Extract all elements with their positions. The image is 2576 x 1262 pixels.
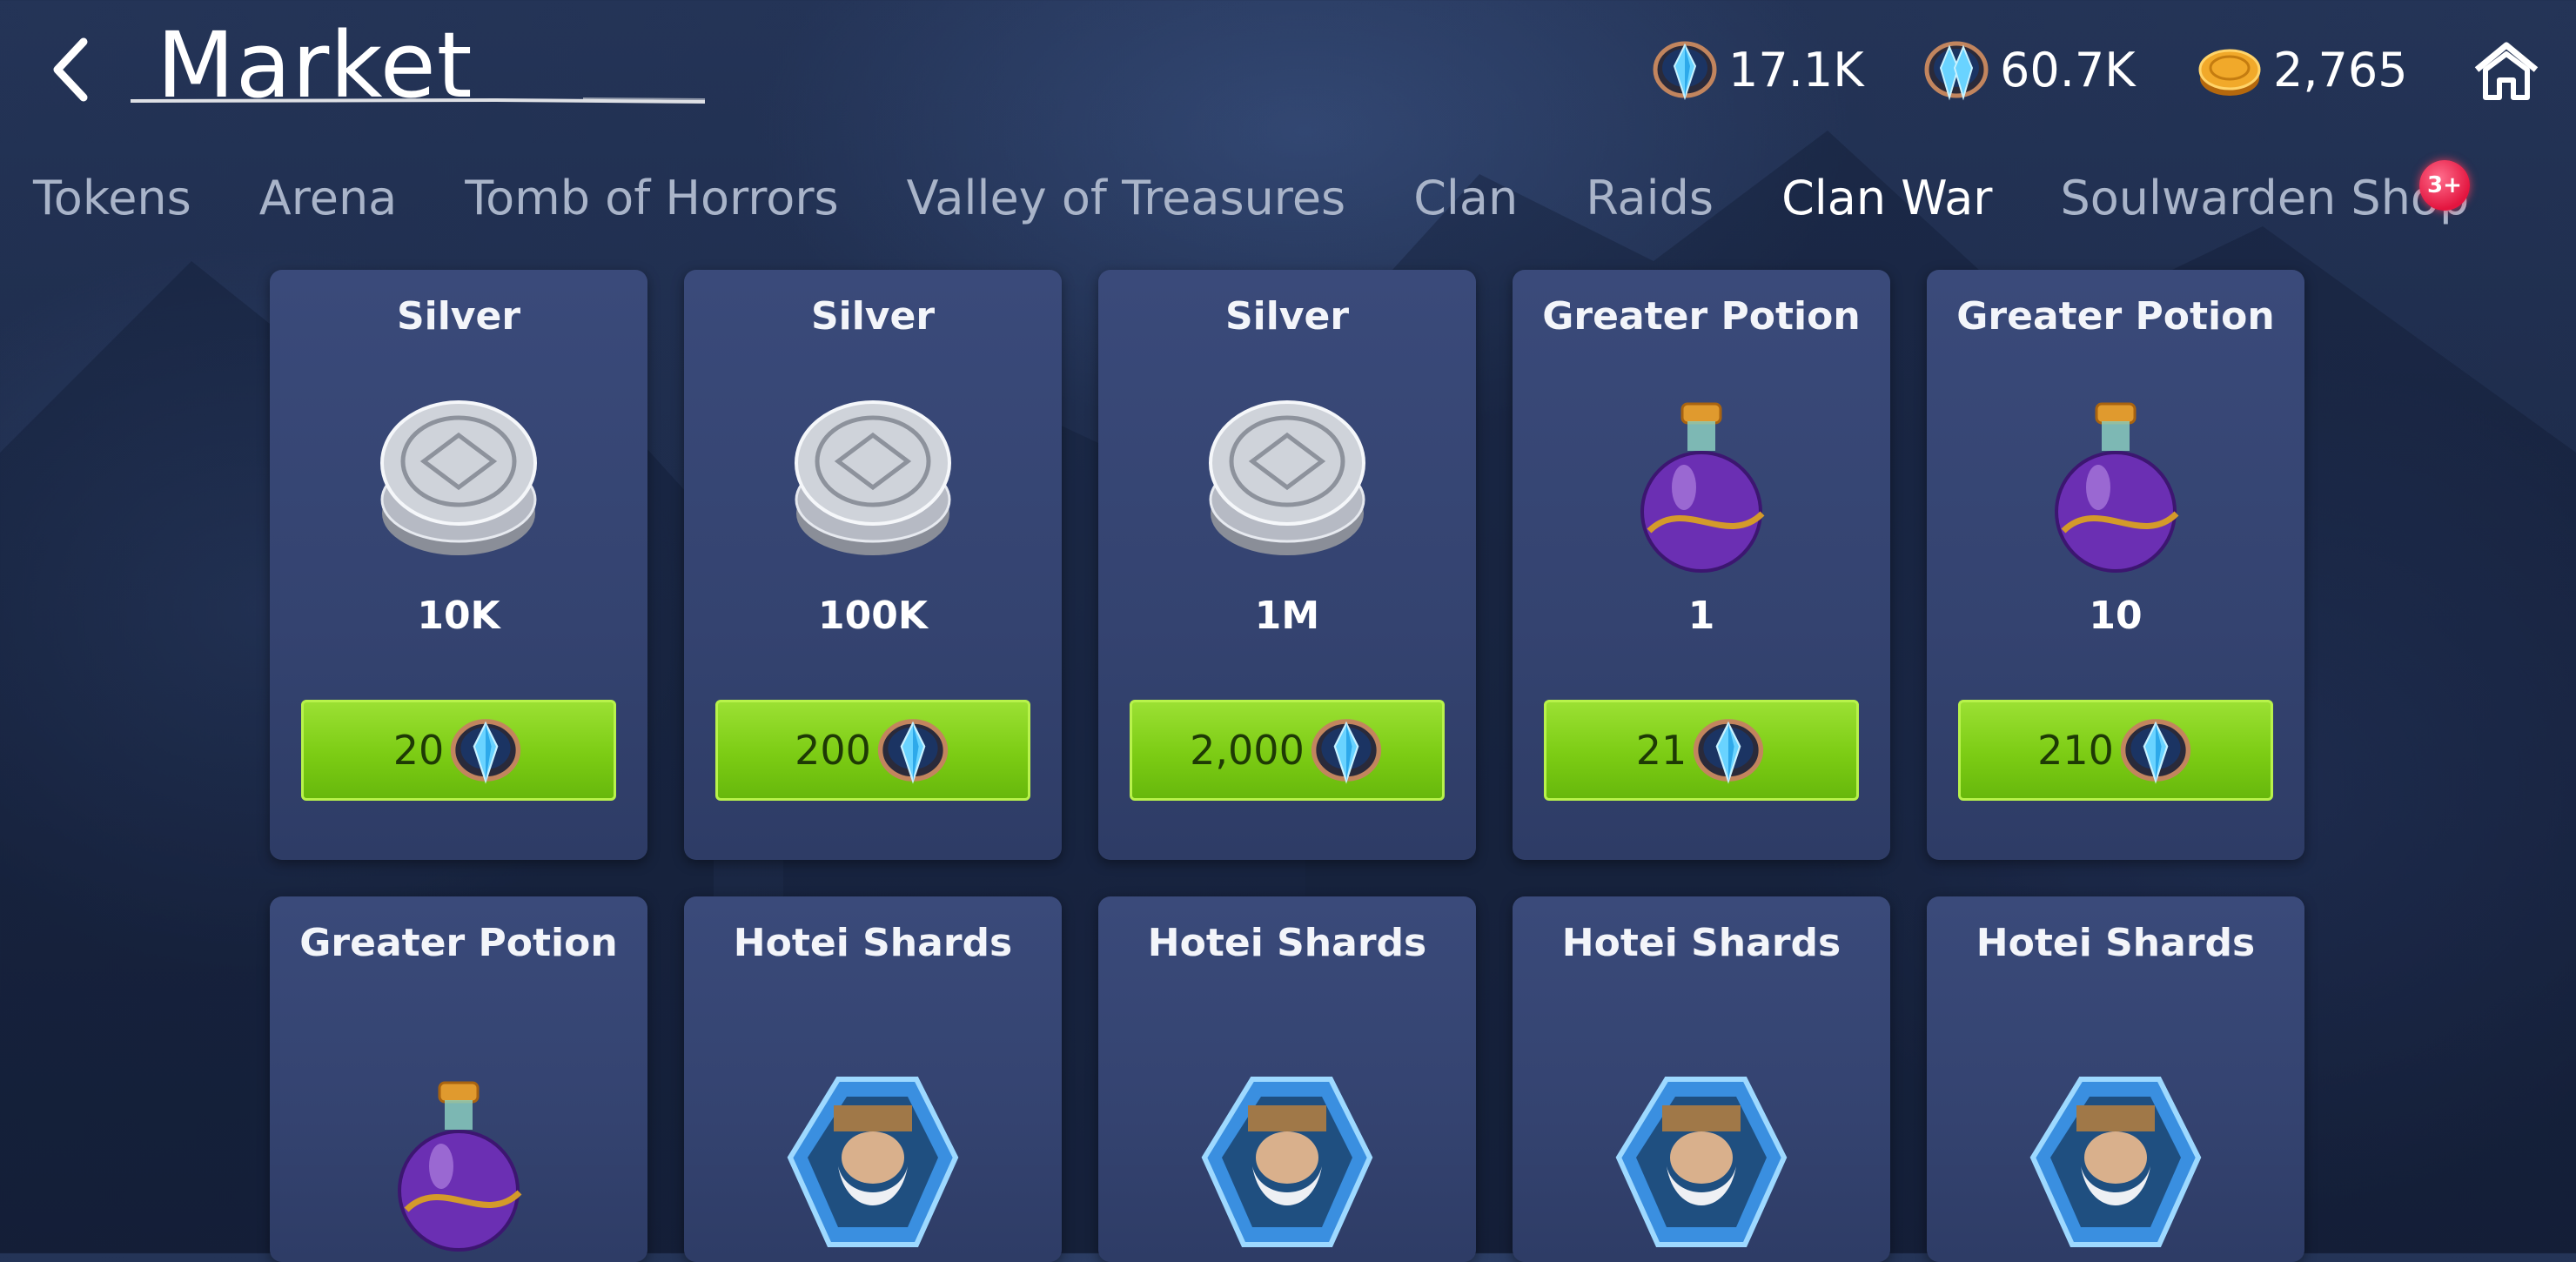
item-title: Greater Potion <box>1956 294 2275 339</box>
hotei-shard-icon <box>2029 1077 2202 1247</box>
resource-gems-value: 17.1K <box>1728 42 1864 97</box>
market-tabs: Tokens Arena Tomb of Horrors Valley of T… <box>33 171 2469 225</box>
back-arrow-icon[interactable] <box>45 35 97 104</box>
title-underline <box>131 97 705 104</box>
item-title: Hotei Shards <box>733 921 1013 965</box>
gem-ring-icon <box>1311 719 1381 784</box>
tab-valley-of-treasures[interactable]: Valley of Treasures <box>907 171 1346 225</box>
shop-item-card[interactable]: Hotei Shards <box>1927 896 2304 1262</box>
gem-ring-icon <box>1653 41 1717 101</box>
shop-item-card[interactable]: Greater Potion <box>270 896 647 1262</box>
item-title: Silver <box>1224 294 1350 339</box>
item-title: Hotei Shards <box>1147 921 1427 965</box>
price-value: 210 <box>2037 727 2114 774</box>
item-title: Silver <box>396 294 521 339</box>
gem-ring-icon <box>451 719 521 784</box>
home-icon[interactable] <box>2472 38 2541 103</box>
item-quantity: 100K <box>818 594 928 638</box>
item-title: Hotei Shards <box>1976 921 2256 965</box>
shop-item-card[interactable]: Silver 1M 2,000 <box>1098 270 1476 860</box>
tab-arena[interactable]: Arena <box>259 171 398 225</box>
item-title: Greater Potion <box>299 921 618 965</box>
item-title: Silver <box>810 294 936 339</box>
item-title: Greater Potion <box>1542 294 1861 339</box>
gem-ring-icon <box>877 719 949 784</box>
buy-button[interactable]: 21 <box>1544 700 1859 801</box>
buy-button[interactable]: 210 <box>1958 700 2273 801</box>
resource-crystals[interactable]: 60.7K <box>1922 33 2136 106</box>
resource-gems[interactable]: 17.1K <box>1650 33 1864 106</box>
resource-gold[interactable]: 2,765 <box>2195 33 2408 106</box>
hotei-shard-icon <box>787 1077 959 1247</box>
resource-gold-value: 2,765 <box>2273 42 2408 97</box>
shop-item-card[interactable]: Hotei Shards <box>1513 896 1890 1262</box>
tab-raids[interactable]: Raids <box>1586 171 1714 225</box>
gold-coin-icon <box>2198 49 2261 96</box>
gem-double-icon <box>1924 41 1989 101</box>
shop-item-card[interactable]: Silver 100K 200 <box>684 270 1062 860</box>
shop-item-card[interactable]: Hotei Shards <box>684 896 1062 1262</box>
silver-coins-icon <box>795 400 951 555</box>
shop-item-card[interactable]: Hotei Shards <box>1098 896 1476 1262</box>
tab-soulwarden-shop[interactable]: Soulwarden Shop <box>2060 171 2469 225</box>
shop-item-card[interactable]: Silver 10K 20 <box>270 270 647 860</box>
hotei-shard-icon <box>1615 1077 1788 1247</box>
silver-coins-icon <box>380 400 537 555</box>
tab-tomb-of-horrors[interactable]: Tomb of Horrors <box>465 171 838 225</box>
item-quantity: 10K <box>417 594 500 638</box>
shop-item-card[interactable]: Greater Potion 1 21 <box>1513 270 1890 860</box>
gem-ring-icon <box>1694 719 1764 784</box>
silver-coins-icon <box>1209 400 1365 555</box>
shop-item-card[interactable]: Greater Potion 10 210 <box>1927 270 2304 860</box>
price-value: 21 <box>1635 727 1687 774</box>
notification-badge: 3+ <box>2419 160 2470 211</box>
item-quantity: 10 <box>2089 594 2143 638</box>
tab-tokens[interactable]: Tokens <box>33 171 191 225</box>
buy-button[interactable]: 200 <box>715 700 1030 801</box>
item-quantity: 1M <box>1254 594 1320 638</box>
purple-potion-icon <box>1640 402 1765 573</box>
purple-potion-icon <box>398 1081 522 1252</box>
price-value: 200 <box>795 727 871 774</box>
price-value: 20 <box>392 727 445 774</box>
hotei-shard-icon <box>1201 1077 1373 1247</box>
gem-ring-icon <box>2120 719 2191 784</box>
price-value: 2,000 <box>1190 727 1305 774</box>
item-quantity: 1 <box>1687 594 1715 638</box>
purple-potion-icon <box>2055 402 2179 573</box>
tab-clan[interactable]: Clan <box>1413 171 1518 225</box>
tab-clan-war[interactable]: Clan War <box>1781 171 1992 225</box>
resource-crystals-value: 60.7K <box>2000 42 2136 97</box>
item-title: Hotei Shards <box>1561 921 1841 965</box>
buy-button[interactable]: 20 <box>301 700 616 801</box>
buy-button[interactable]: 2,000 <box>1130 700 1445 801</box>
